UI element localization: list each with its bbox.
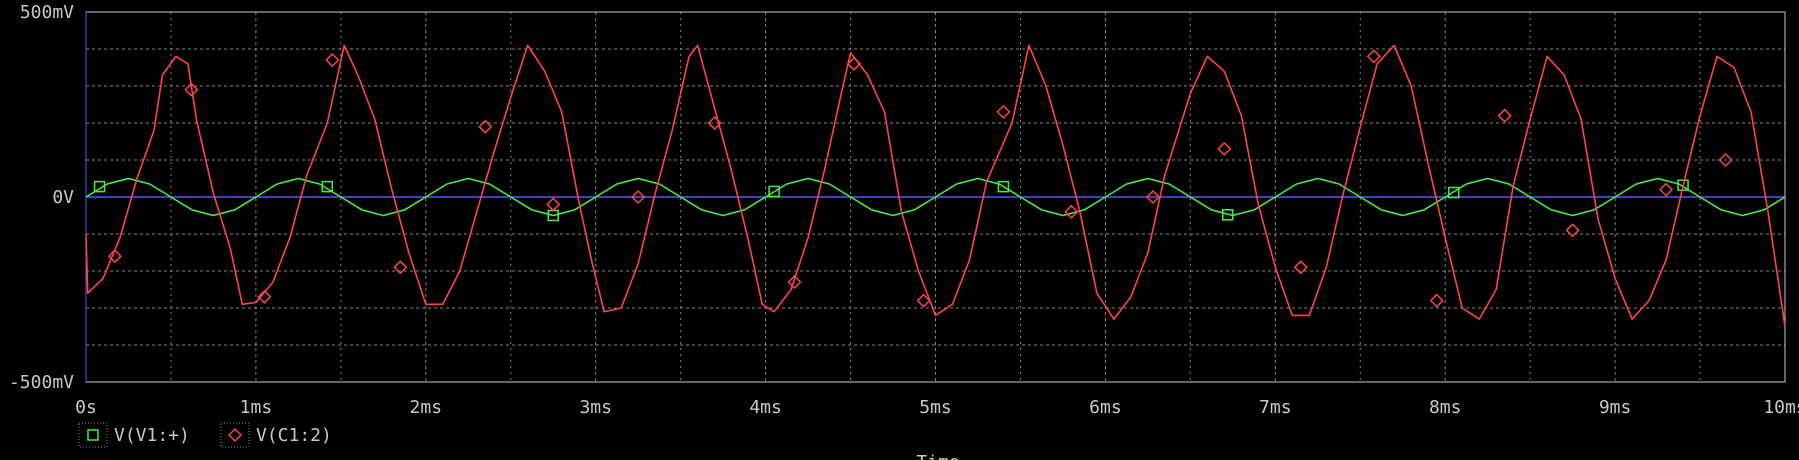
x-tick-label: 2ms	[410, 397, 443, 418]
x-tick-label: 4ms	[749, 397, 782, 418]
legend-label: V(V1:+)	[114, 425, 190, 446]
x-tick-label: 0s	[75, 397, 97, 418]
waveform-plot: 500mV 0V -500mV 0s 1ms 2ms 3ms 4ms 5ms 6ms 7ms 8ms…	[0, 0, 1799, 460]
x-tick-label: 6ms	[1089, 397, 1122, 418]
x-tick-label: 1ms	[240, 397, 273, 418]
y-tick-label: -500mV	[9, 372, 74, 393]
x-axis-label: Time	[916, 452, 959, 460]
y-tick-label: 0V	[52, 187, 74, 208]
x-tick-label: 5ms	[919, 397, 952, 418]
x-tick-label: 3ms	[579, 397, 612, 418]
x-tick-label: 9ms	[1599, 397, 1632, 418]
x-tick-label: 7ms	[1259, 397, 1292, 418]
x-tick-label: 8ms	[1429, 397, 1462, 418]
x-tick-label: 10ms	[1763, 397, 1799, 418]
y-tick-label: 500mV	[20, 2, 74, 23]
legend-label: V(C1:2)	[256, 425, 332, 446]
plot-background	[0, 0, 1799, 460]
